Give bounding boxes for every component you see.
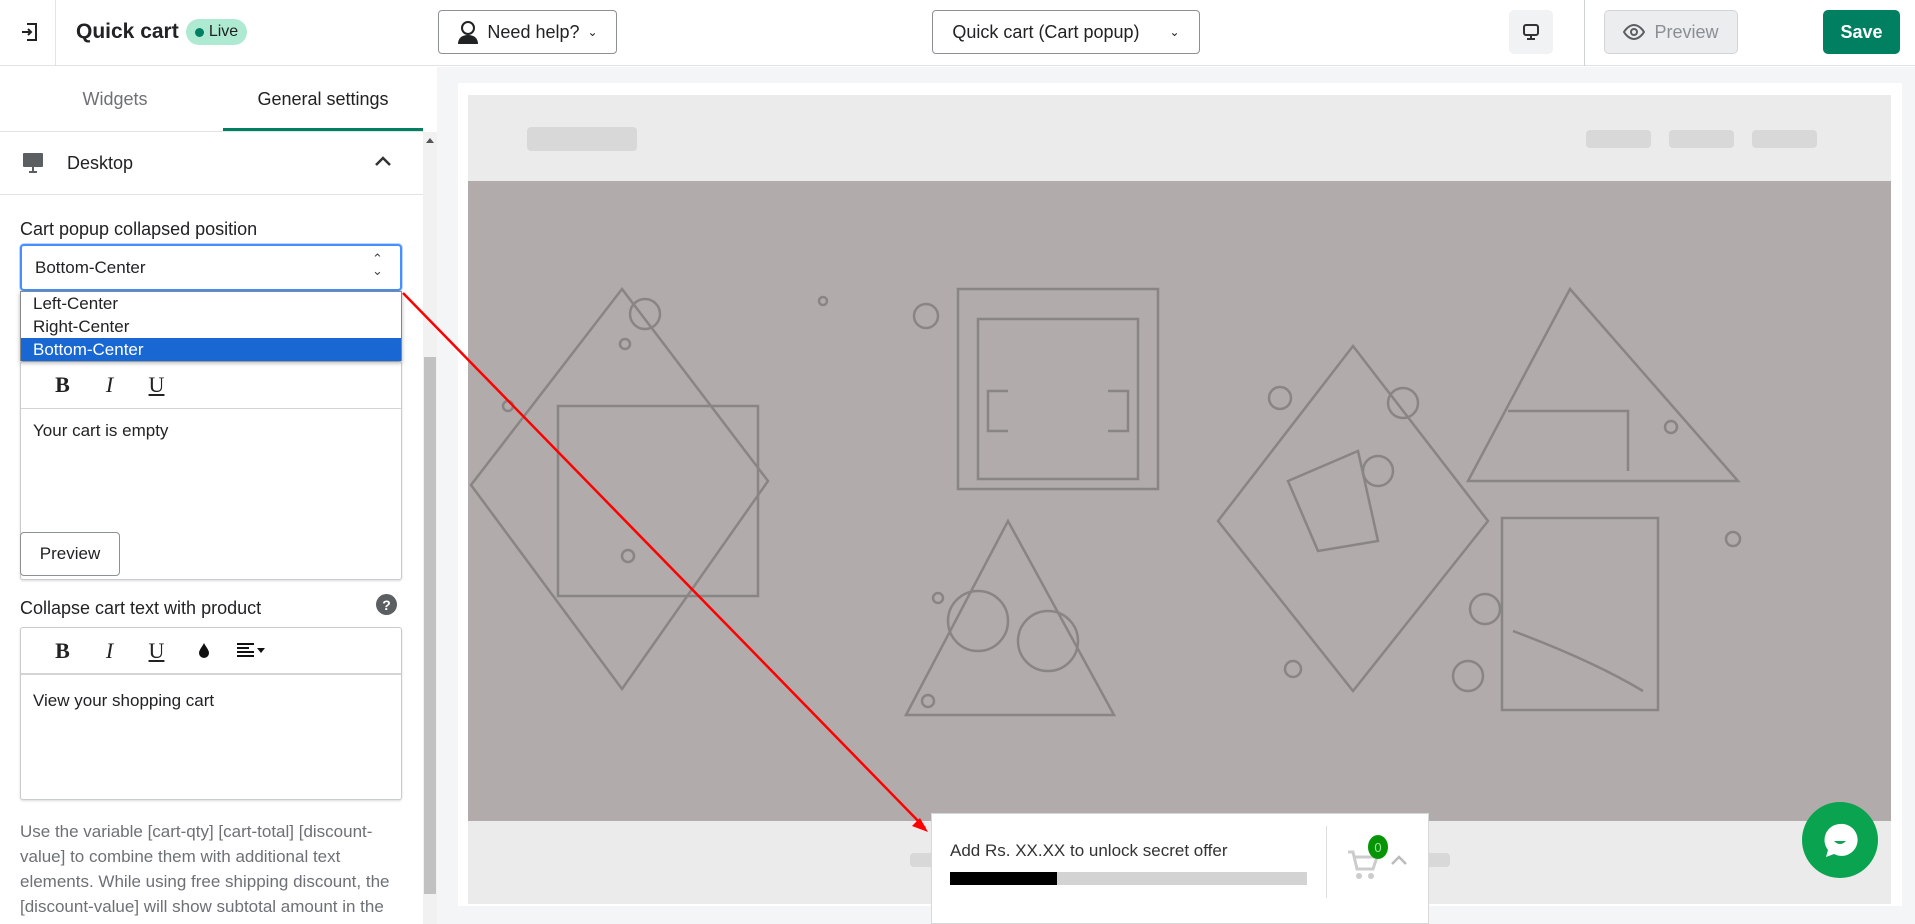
- position-select[interactable]: Bottom-Center ⌃ ⌄: [20, 244, 402, 291]
- section-title: Desktop: [67, 153, 134, 173]
- select-arrows-icon: ⌃ ⌄: [372, 251, 383, 278]
- section-header-desktop[interactable]: Desktop: [0, 132, 423, 195]
- italic-icon[interactable]: I: [86, 638, 133, 664]
- offer-progress-fill: [950, 872, 1058, 885]
- chat-button[interactable]: [1802, 802, 1878, 878]
- tab-general-settings[interactable]: General settings: [223, 67, 423, 131]
- divider: [55, 0, 56, 66]
- mock-nav: [1586, 130, 1651, 148]
- top-bar: Quick cart Live Need help? ⌄ Quick cart …: [0, 0, 1915, 66]
- bold-icon[interactable]: B: [39, 638, 86, 664]
- scrollbar-thumb[interactable]: [424, 357, 436, 894]
- position-field-label: Cart popup collapsed position: [20, 219, 258, 239]
- mock-nav: [1752, 130, 1817, 148]
- bold-icon[interactable]: B: [39, 372, 86, 398]
- underline-icon[interactable]: U: [133, 372, 180, 398]
- desktop-icon: [1523, 24, 1539, 40]
- empty-cart-text[interactable]: Your cart is empty: [21, 409, 401, 457]
- page-title: Quick cart: [76, 20, 179, 43]
- divider: [1584, 0, 1585, 66]
- italic-icon[interactable]: I: [86, 372, 133, 398]
- chevron-up-icon: [375, 156, 391, 166]
- cart-count-badge: 0: [1368, 835, 1388, 859]
- desktop-icon: [23, 153, 43, 173]
- mock-logo: [527, 127, 637, 151]
- tab-widgets[interactable]: Widgets: [15, 67, 215, 131]
- exit-button[interactable]: [18, 20, 42, 44]
- cart-popup[interactable]: Add Rs. XX.XX to unlock secret offer 0: [931, 813, 1429, 924]
- chevron-down-icon: ⌄: [587, 25, 598, 39]
- status-text: Live: [208, 23, 239, 40]
- preview-small-button[interactable]: Preview: [20, 532, 120, 576]
- mock-nav: [1669, 130, 1734, 148]
- underline-icon[interactable]: U: [133, 638, 180, 664]
- eye-icon: [1623, 24, 1646, 40]
- mock-hero-illustration: [468, 181, 1891, 821]
- help-text: Use the variable [cart-qty] [cart-total]…: [20, 822, 390, 916]
- collapse-text-editor[interactable]: B I U View your shopping cart: [20, 627, 402, 800]
- help-icon[interactable]: ?: [376, 594, 397, 615]
- align-dropdown-icon[interactable]: [227, 638, 274, 664]
- text-color-icon[interactable]: [180, 638, 227, 664]
- chevron-up-icon[interactable]: [1390, 854, 1408, 866]
- preview-label: Preview: [1654, 21, 1719, 42]
- settings-panel: Widgets General settings Desktop Cart po…: [0, 67, 437, 924]
- mock-store-header: [468, 95, 1891, 181]
- chevron-down-icon: ⌄: [1169, 25, 1180, 39]
- option-right-center[interactable]: Right-Center: [21, 315, 401, 338]
- exit-icon: [22, 23, 37, 41]
- offer-progress-bar: [950, 872, 1307, 885]
- status-badge: Live: [186, 19, 247, 45]
- status-dot-icon: [194, 27, 204, 37]
- cart-offer-message: Add Rs. XX.XX to unlock secret offer: [950, 841, 1228, 860]
- divider: [1326, 826, 1327, 898]
- chat-icon: [1824, 823, 1858, 857]
- need-help-button[interactable]: Need help? ⌄: [438, 10, 617, 54]
- preview-button[interactable]: Preview: [1604, 10, 1738, 54]
- save-button[interactable]: Save: [1823, 10, 1900, 54]
- view-select-value: Quick cart (Cart popup): [952, 21, 1140, 42]
- view-select[interactable]: Quick cart (Cart popup) ⌄: [932, 10, 1200, 54]
- option-left-center[interactable]: Left-Center: [21, 292, 401, 315]
- collapse-field-label: Collapse cart text with product: [20, 598, 262, 618]
- device-toggle-button[interactable]: [1509, 10, 1553, 54]
- support-agent-icon: [458, 21, 479, 44]
- option-bottom-center[interactable]: Bottom-Center: [21, 338, 401, 361]
- scroll-up-icon[interactable]: [426, 138, 434, 143]
- need-help-label: Need help?: [487, 21, 580, 42]
- collapse-text-content[interactable]: View your shopping cart: [21, 675, 401, 727]
- position-dropdown-list: Left-Center Right-Center Bottom-Center: [20, 291, 402, 361]
- scrollbar[interactable]: [423, 132, 437, 924]
- position-select-value: Bottom-Center: [35, 258, 146, 277]
